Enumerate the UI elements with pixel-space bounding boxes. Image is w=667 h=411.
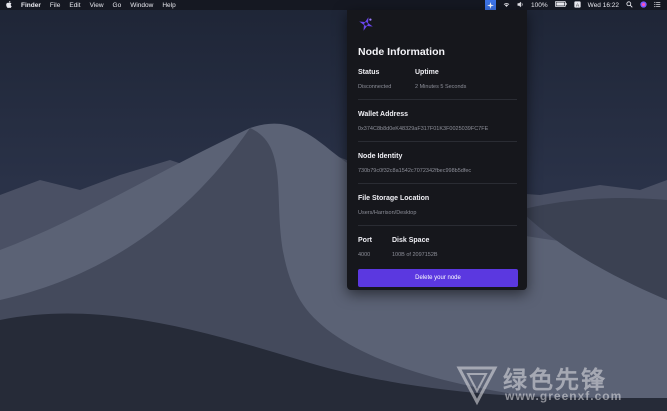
- battery-percent[interactable]: 100%: [531, 2, 548, 9]
- input-source-icon[interactable]: A: [574, 0, 581, 10]
- siri-icon[interactable]: [640, 0, 647, 10]
- menu-help[interactable]: Help: [162, 2, 175, 9]
- apple-menu-icon[interactable]: [6, 0, 12, 10]
- port-field: Port 4000: [358, 237, 392, 258]
- port-value: 4000: [358, 252, 371, 258]
- node-information-panel: Node Information Status Disconnected Upt…: [347, 10, 527, 290]
- disk-space-field: Disk Space 100B of 2097152B: [392, 237, 438, 258]
- status-field: Status Disconnected: [358, 69, 415, 90]
- menu-app-name[interactable]: Finder: [21, 2, 41, 9]
- desktop-wallpaper: [0, 0, 667, 411]
- port-disk-section: Port 4000 Disk Space 100B of 2097152B: [358, 226, 517, 267]
- storage-label: File Storage Location: [358, 195, 430, 202]
- storage-section: File Storage Location Users/Harrison/Des…: [358, 184, 517, 226]
- node-identity-label: Node Identity: [358, 153, 403, 160]
- uptime-label: Uptime: [415, 69, 439, 76]
- menu-edit[interactable]: Edit: [69, 2, 80, 9]
- node-identity-section: Node Identity 730b79c0f32c8a1542c7072342…: [358, 142, 517, 184]
- menubar-clock[interactable]: Wed 16:22: [588, 2, 619, 9]
- menu-go[interactable]: Go: [113, 2, 122, 9]
- node-app-logo-icon: [359, 17, 373, 31]
- notification-center-icon[interactable]: [654, 1, 661, 10]
- disk-space-value: 100B of 2097152B: [392, 252, 438, 258]
- watermark-url: www.greenxf.com: [505, 389, 623, 403]
- menu-window[interactable]: Window: [130, 2, 153, 9]
- status-label: Status: [358, 69, 380, 76]
- panel-title: Node Information: [358, 46, 445, 58]
- menu-view[interactable]: View: [90, 2, 104, 9]
- status-uptime-section: Status Disconnected Uptime 2 Minutes 5 S…: [358, 66, 517, 100]
- watermark-logo-icon: [456, 366, 498, 406]
- menu-file[interactable]: File: [50, 2, 60, 9]
- battery-icon[interactable]: [554, 1, 567, 9]
- menu-bar: Finder File Edit View Go Window Help 100…: [0, 0, 667, 10]
- uptime-field: Uptime 2 Minutes 5 Seconds: [415, 69, 466, 90]
- node-app-tray-icon[interactable]: [485, 0, 497, 10]
- status-value: Disconnected: [358, 84, 392, 90]
- delete-node-button[interactable]: Delete your node: [358, 269, 518, 287]
- disk-space-label: Disk Space: [392, 237, 430, 244]
- storage-value: Users/Harrison/Desktop: [358, 210, 417, 216]
- mojave-dunes-image: [0, 123, 667, 411]
- uptime-value: 2 Minutes 5 Seconds: [415, 84, 467, 90]
- search-icon[interactable]: [626, 0, 633, 10]
- watermark: 绿色先锋 www.greenxf.com: [453, 358, 663, 408]
- port-label: Port: [358, 237, 372, 244]
- wallet-label: Wallet Address: [358, 111, 409, 118]
- wifi-icon[interactable]: [503, 1, 510, 10]
- node-identity-value: 730b79c0f32c8a1542c7072342fbec998b5dfec: [358, 168, 472, 174]
- wallet-section: Wallet Address 0x374C8b8d0eK48329aF317F0…: [358, 100, 517, 142]
- volume-icon[interactable]: [517, 1, 524, 10]
- wallet-value: 0x374C8b8d0eK48329aF317F01K3F0025039FC7F…: [358, 126, 489, 132]
